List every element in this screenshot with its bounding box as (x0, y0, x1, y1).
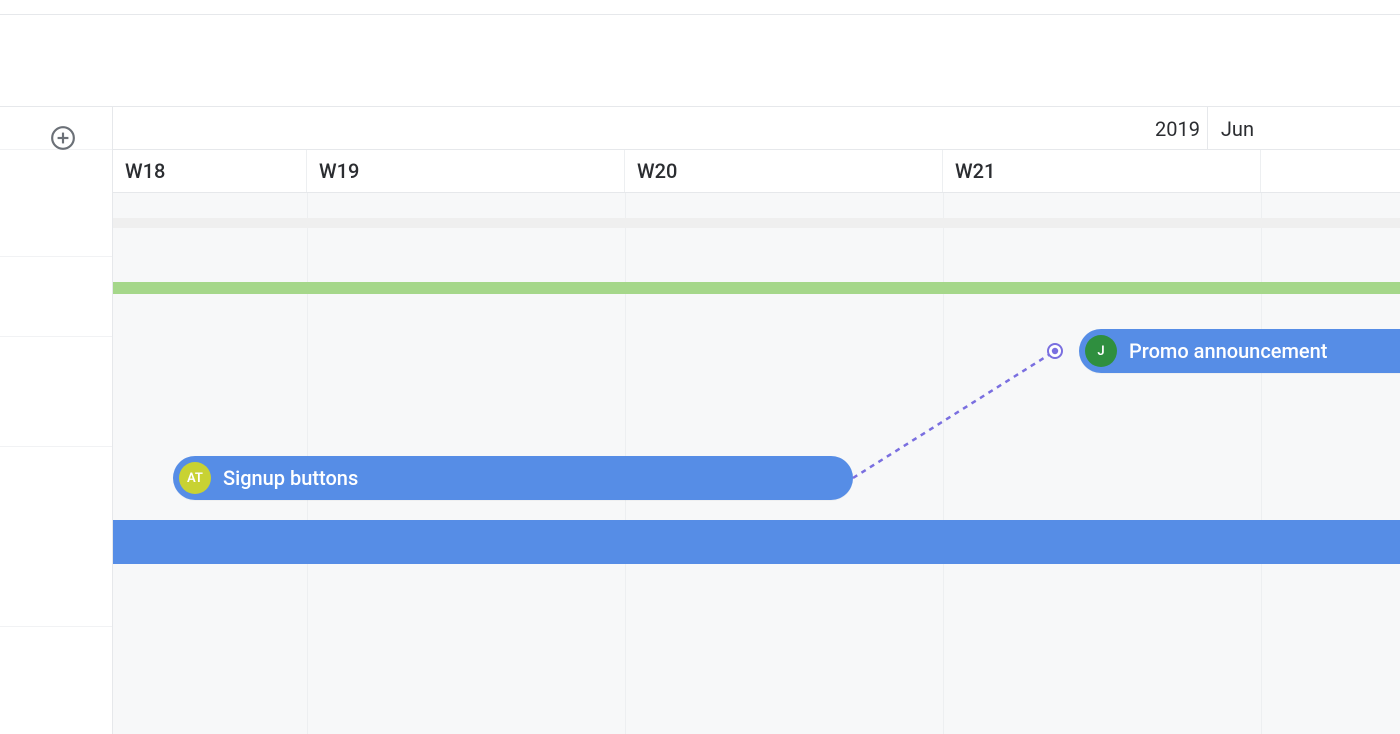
week-header: W18 W19 W20 W21 (113, 150, 1400, 193)
month-separator (1207, 107, 1208, 149)
plus-circle-icon (50, 125, 76, 151)
week-label: W20 (637, 159, 677, 183)
task-label: Signup buttons (223, 466, 358, 490)
top-border (0, 0, 1400, 15)
week-column-header[interactable]: W20 (625, 150, 943, 192)
week-label: W21 (955, 159, 995, 183)
side-row (0, 257, 112, 337)
grid-line (1261, 193, 1262, 734)
month-label: Jun (1221, 107, 1254, 150)
assignee-avatar: J (1085, 335, 1117, 367)
add-button[interactable] (49, 124, 77, 152)
month-header: 2019 Jun (113, 107, 1400, 150)
week-column-header[interactable]: W19 (307, 150, 625, 192)
timeline[interactable]: 2019 Jun W18 W19 W20 W21 J Promo announc… (112, 107, 1400, 734)
week-column-header[interactable]: W18 (113, 150, 307, 192)
side-panel (0, 107, 112, 734)
side-row (0, 337, 112, 447)
side-row (0, 150, 112, 257)
week-label: W18 (125, 159, 165, 183)
upper-blank-bar (0, 15, 1400, 107)
task-promo-announcement[interactable]: J Promo announcement (1079, 329, 1400, 373)
assignee-avatar: AT (179, 462, 211, 494)
grid-line (943, 193, 944, 734)
week-column-header[interactable]: W21 (943, 150, 1261, 192)
task-bar-unlabeled[interactable] (113, 520, 1400, 564)
side-row (0, 447, 112, 627)
year-label: 2019 (1155, 107, 1200, 150)
summary-bar-grey (113, 218, 1400, 228)
task-label: Promo announcement (1129, 339, 1327, 363)
week-label: W19 (319, 159, 359, 183)
task-signup-buttons[interactable]: AT Signup buttons (173, 456, 853, 500)
summary-bar-green[interactable] (113, 282, 1400, 294)
